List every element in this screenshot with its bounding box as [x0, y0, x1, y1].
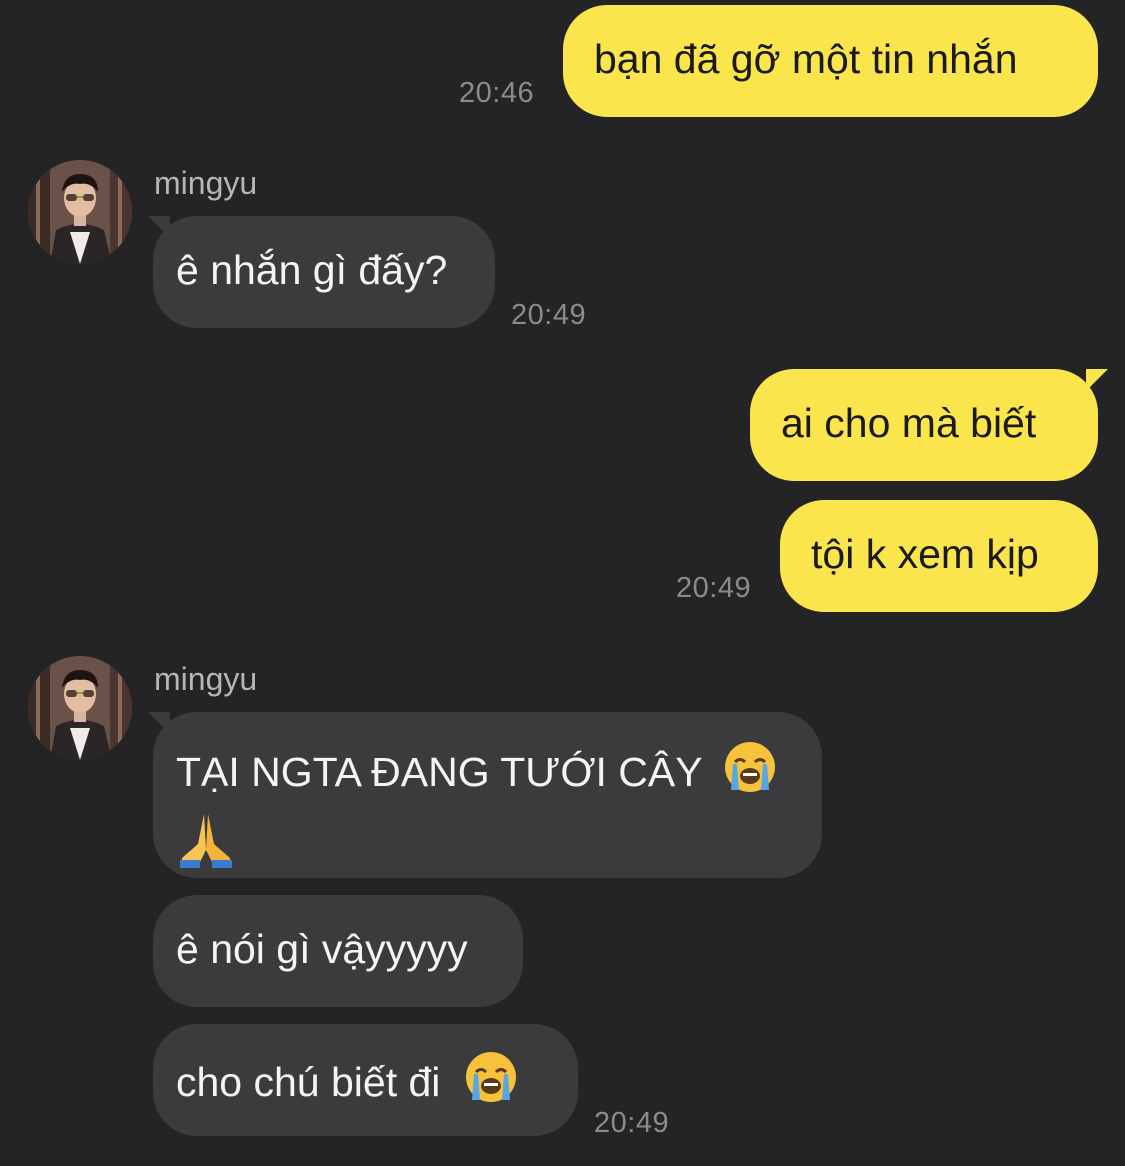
outgoing-message-bubble[interactable]: tội k xem kịp: [780, 500, 1098, 612]
sender-name: mingyu: [154, 661, 258, 697]
message-text: tội k xem kịp: [811, 531, 1039, 577]
loudly-crying-face-icon: [723, 740, 777, 808]
message-text: cho chú biết đi: [176, 1059, 441, 1105]
message-text: ai cho mà biết: [781, 400, 1037, 446]
avatar[interactable]: [28, 656, 132, 760]
message-timestamp: 20:49: [594, 1107, 670, 1139]
incoming-message-bubble[interactable]: ê nhắn gì đấy?: [153, 216, 495, 328]
incoming-message-bubble[interactable]: cho chú biết đi: [153, 1024, 578, 1136]
avatar-photo: [28, 160, 132, 264]
message-timestamp: 20:46: [459, 77, 535, 109]
incoming-message-bubble[interactable]: TẠI NGTA ĐANG TƯỚI CÂY: [153, 712, 822, 878]
outgoing-message-bubble[interactable]: bạn đã gỡ một tin nhắn: [563, 5, 1098, 117]
message-text: bạn đã gỡ một tin nhắn: [594, 36, 1018, 82]
message-text: ê nói gì vậyyyyy: [176, 926, 468, 972]
incoming-message-bubble[interactable]: ê nói gì vậyyyyy: [153, 895, 523, 1007]
sender-name: mingyu: [154, 165, 258, 201]
avatar[interactable]: [28, 160, 132, 264]
outgoing-message-bubble[interactable]: ai cho mà biết: [750, 369, 1098, 481]
message-timestamp: 20:49: [511, 299, 587, 331]
message-text: ê nhắn gì đấy?: [176, 247, 448, 293]
message-timestamp: 20:49: [676, 572, 752, 604]
message-text: TẠI NGTA ĐANG TƯỚI CÂY: [176, 749, 702, 795]
folded-hands-icon: [176, 810, 236, 882]
loudly-crying-face-icon: [464, 1050, 518, 1118]
avatar-photo: [28, 656, 132, 760]
